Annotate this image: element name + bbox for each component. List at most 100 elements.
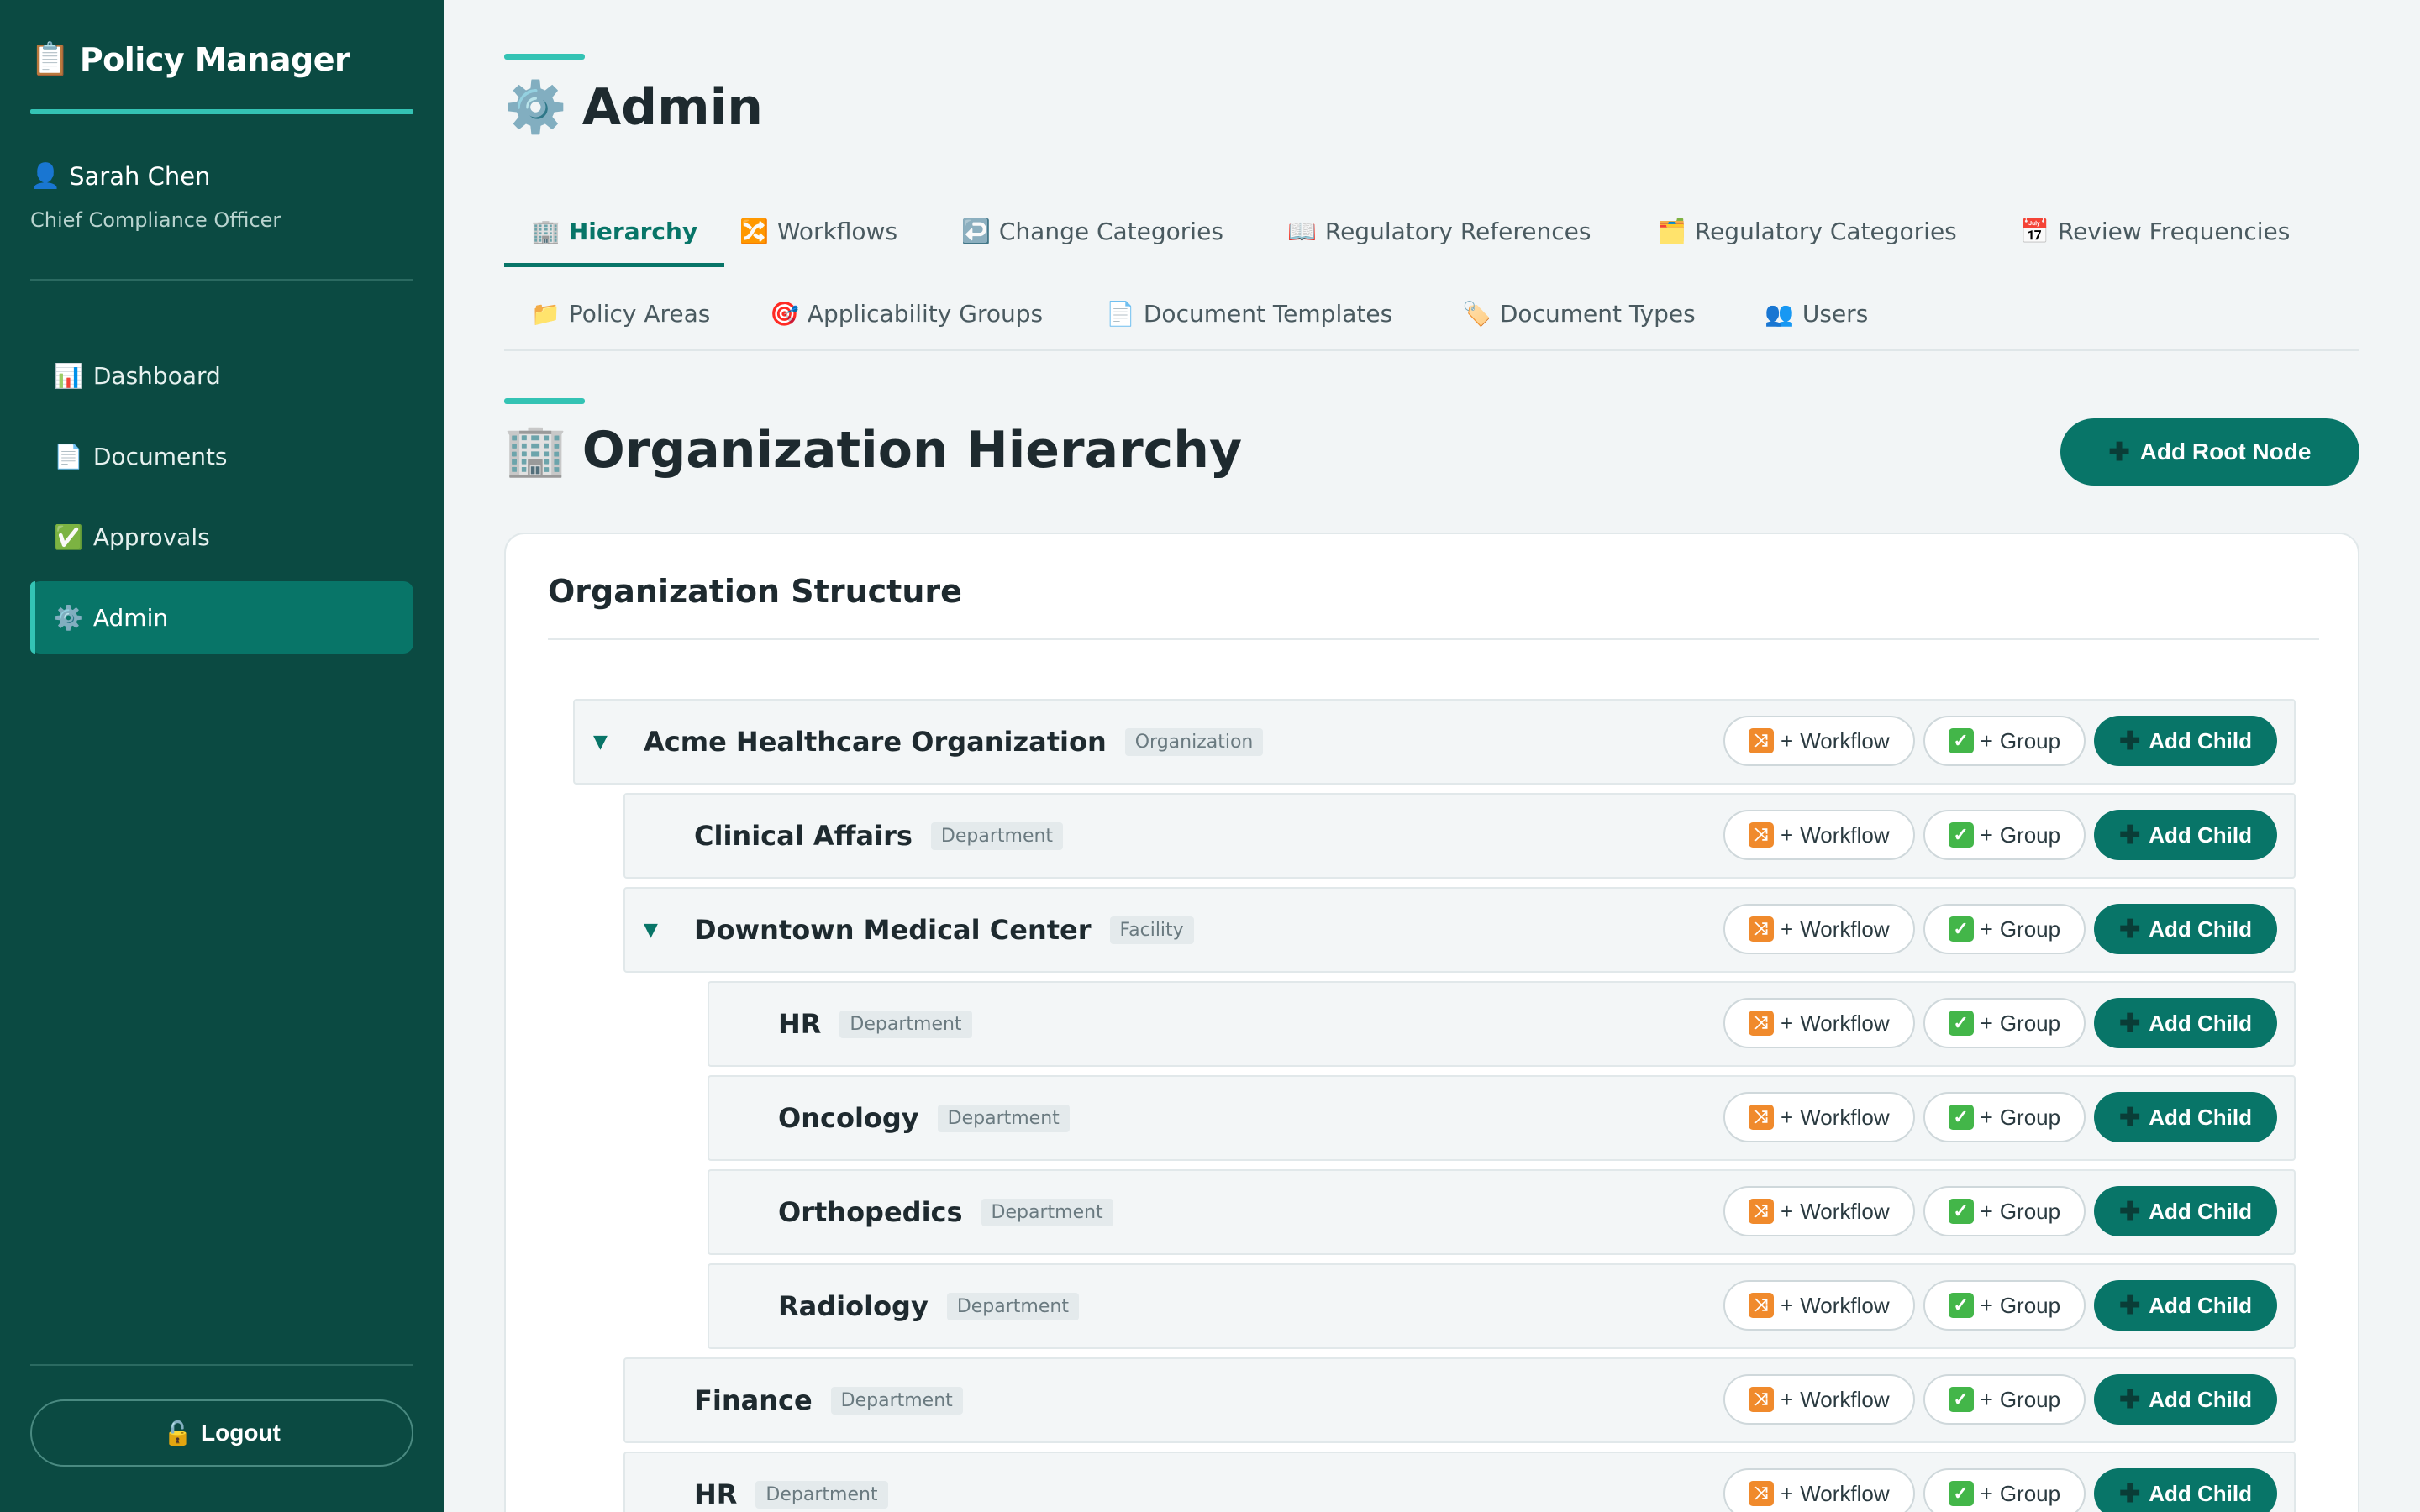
add-root-node-button[interactable]: ✚ Add Root Node: [2060, 418, 2360, 486]
section-accent: [504, 398, 585, 404]
plus-sign: +: [1781, 916, 1794, 942]
plus-sign: +: [1781, 727, 1794, 753]
plus-icon: ✚: [2119, 1103, 2141, 1131]
add-child-button[interactable]: ✚ Add Child: [2094, 716, 2277, 766]
tree-node[interactable]: ▼ Downtown Medical Center Facility ⤨ + Workfl…: [623, 887, 2296, 973]
tag-icon: 🏷️: [1462, 299, 1491, 328]
calendar-icon: 📅: [2020, 217, 2049, 245]
gear-icon: ⚙️: [504, 78, 567, 137]
add-child-button[interactable]: ✚ Add Child: [2094, 1374, 2277, 1425]
tab-users[interactable]: 👥 Users: [1738, 277, 1895, 349]
add-child-label: Add Child: [2149, 727, 2252, 753]
app-brand[interactable]: 📋 Policy Manager: [30, 40, 413, 78]
node-name: Radiology: [778, 1290, 929, 1322]
add-child-button[interactable]: ✚ Add Child: [2094, 904, 2277, 954]
page-title: ⚙️ Admin: [504, 77, 763, 138]
page-title-text: Admin: [581, 77, 763, 137]
add-group-button[interactable]: ✓ + Group: [1923, 810, 2086, 860]
node-name: Downtown Medical Center: [694, 914, 1092, 946]
tab-policy-areas[interactable]: 📁 Policy Areas: [504, 277, 737, 349]
node-type-badge: Department: [937, 1104, 1070, 1132]
add-group-button[interactable]: ✓ + Group: [1923, 716, 2086, 766]
node-name: Oncology: [778, 1102, 919, 1134]
sidebar-item-documents[interactable]: 📄 Documents: [30, 420, 413, 492]
tree-node[interactable]: ▼ Acme Healthcare Organization Organizatio…: [573, 699, 2296, 785]
shuffle-icon: ⤨: [1749, 822, 1775, 848]
add-child-button[interactable]: ✚ Add Child: [2094, 1280, 2277, 1331]
add-root-label: Add Root Node: [2139, 438, 2312, 465]
node-label: Downtown Medical Center Facility: [694, 914, 1194, 946]
tab-document-types[interactable]: 🏷️ Document Types: [1435, 277, 1723, 349]
workflow-label: Workflow: [1800, 1198, 1890, 1224]
add-workflow-button[interactable]: ⤨ + Workflow: [1723, 1186, 1915, 1236]
title-accent: [504, 54, 585, 60]
node-type-badge: Department: [830, 1386, 963, 1415]
node-label: HR Department: [694, 1478, 888, 1510]
add-group-button[interactable]: ✓ + Group: [1923, 1280, 2086, 1331]
node-actions: ⤨ + Workflow ✓ + Group ✚ Add Child: [1723, 1280, 2277, 1331]
tab-document-templates[interactable]: 📄 Document Templates: [1079, 277, 1419, 349]
add-workflow-button[interactable]: ⤨ + Workflow: [1723, 716, 1915, 766]
add-child-button[interactable]: ✚ Add Child: [2094, 998, 2277, 1048]
shuffle-icon: ⤨: [1749, 1293, 1775, 1318]
add-group-button[interactable]: ✓ + Group: [1923, 998, 2086, 1048]
tree-node[interactable]: Clinical Affairs Department ⤨ + Workflow ✓ + Gr…: [623, 793, 2296, 879]
plus-sign: +: [1980, 1104, 1993, 1130]
check-icon: ✓: [1948, 916, 1974, 942]
shuffle-icon: ⤨: [1749, 1387, 1775, 1412]
tab-label: Applicability Groups: [807, 299, 1044, 328]
tree-node[interactable]: HR Department ⤨ + Workflow ✓ + Group ✚ Add Child: [623, 1452, 2296, 1512]
tab-review-frequencies[interactable]: 📅 Review Frequencies: [1993, 195, 2317, 267]
sidebar-item-admin[interactable]: ⚙️ Admin: [30, 581, 413, 654]
tree-node[interactable]: Finance Department ⤨ + Workflow ✓ + Group ✚ Add C…: [623, 1357, 2296, 1443]
add-child-button[interactable]: ✚ Add Child: [2094, 1186, 2277, 1236]
sidebar-item-dashboard[interactable]: 📊 Dashboard: [30, 339, 413, 412]
tab-regulatory-categories[interactable]: 🗂️ Regulatory Categories: [1630, 195, 1984, 267]
add-group-button[interactable]: ✓ + Group: [1923, 1092, 2086, 1142]
shuffle-icon: ⤨: [1749, 1011, 1775, 1036]
brand-underline: [30, 109, 413, 114]
tree-node[interactable]: Orthopedics Department ⤨ + Workflow ✓ + Group ✚ A…: [708, 1169, 2296, 1255]
node-actions: ⤨ + Workflow ✓ + Group ✚ Add Child: [1723, 1186, 2277, 1236]
add-group-button[interactable]: ✓ + Group: [1923, 1186, 2086, 1236]
tab-label: Document Types: [1499, 299, 1696, 328]
add-group-button[interactable]: ✓ + Group: [1923, 904, 2086, 954]
add-workflow-button[interactable]: ⤨ + Workflow: [1723, 998, 1915, 1048]
tree-node[interactable]: Radiology Department ⤨ + Workflow ✓ + Group ✚ Add…: [708, 1263, 2296, 1349]
add-workflow-button[interactable]: ⤨ + Workflow: [1723, 1374, 1915, 1425]
tab-regulatory-references[interactable]: 📖 Regulatory References: [1260, 195, 1618, 267]
sidebar-item-approvals[interactable]: ✅ Approvals: [30, 501, 413, 573]
group-label: Group: [1999, 916, 2061, 942]
add-workflow-button[interactable]: ⤨ + Workflow: [1723, 810, 1915, 860]
node-name: Clinical Affairs: [694, 820, 913, 852]
tree-node[interactable]: HR Department ⤨ + Workflow ✓ + Group ✚ Add Child: [708, 981, 2296, 1067]
caret-down-icon[interactable]: ▼: [593, 732, 608, 753]
add-workflow-button[interactable]: ⤨ + Workflow: [1723, 1280, 1915, 1331]
group-label: Group: [1999, 727, 2061, 753]
add-child-button[interactable]: ✚ Add Child: [2094, 1092, 2277, 1142]
add-workflow-button[interactable]: ⤨ + Workflow: [1723, 904, 1915, 954]
sidebar-item-label: Approvals: [92, 522, 210, 551]
add-child-label: Add Child: [2149, 1386, 2252, 1412]
tab-applicability-groups[interactable]: 🎯 Applicability Groups: [743, 277, 1070, 349]
logout-button[interactable]: 🔓 Logout: [30, 1399, 413, 1467]
add-group-button[interactable]: ✓ + Group: [1923, 1468, 2086, 1512]
add-group-button[interactable]: ✓ + Group: [1923, 1374, 2086, 1425]
add-child-button[interactable]: ✚ Add Child: [2094, 810, 2277, 860]
node-label: Orthopedics Department: [778, 1196, 1113, 1228]
node-label: Oncology Department: [778, 1102, 1070, 1134]
plus-sign: +: [1980, 1480, 1993, 1506]
add-workflow-button[interactable]: ⤨ + Workflow: [1723, 1092, 1915, 1142]
add-workflow-button[interactable]: ⤨ + Workflow: [1723, 1468, 1915, 1512]
caret-down-icon[interactable]: ▼: [644, 920, 658, 941]
node-label: HR Department: [778, 1008, 972, 1040]
add-child-button[interactable]: ✚ Add Child: [2094, 1468, 2277, 1512]
tab-change-categories[interactable]: ↩️ Change Categories: [934, 195, 1250, 267]
tree-node[interactable]: Oncology Department ⤨ + Workflow ✓ + Group ✚ Add …: [708, 1075, 2296, 1161]
target-icon: 🎯: [770, 299, 799, 328]
plus-sign: +: [1781, 1010, 1794, 1036]
users-icon: 👥: [1765, 299, 1794, 328]
tab-workflows[interactable]: 🔀 Workflows: [713, 195, 924, 267]
tab-hierarchy[interactable]: 🏢 Hierarchy: [504, 195, 725, 267]
node-name: Orthopedics: [778, 1196, 963, 1228]
